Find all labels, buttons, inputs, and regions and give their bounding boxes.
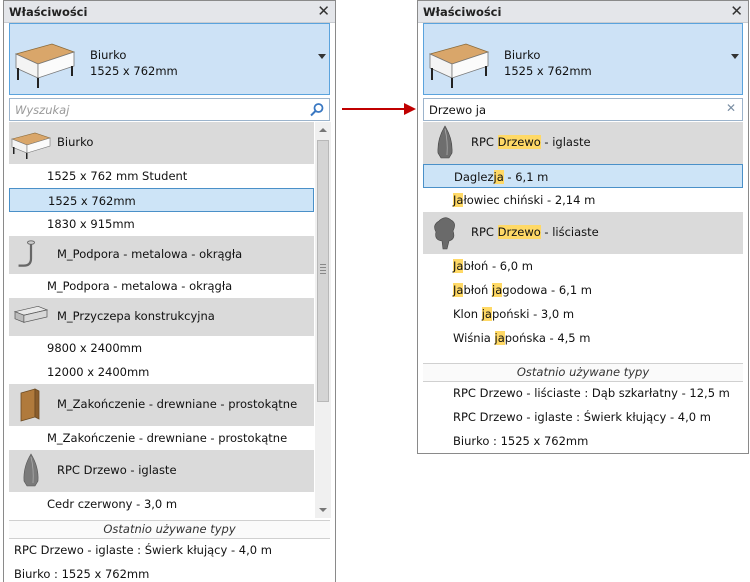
arrow-right-icon — [342, 103, 416, 115]
selected-type-name: Biurko — [504, 48, 541, 62]
recent-types-header: Ostatnio używane typy — [423, 363, 743, 382]
search-results-list: RPC Drzewo - iglaste Daglezja - 6,1 m Ja… — [423, 122, 743, 362]
recent-types-list: RPC Drzewo - iglaste : Świerk kłujący - … — [9, 538, 330, 582]
family-group-rpc-iglaste[interactable]: RPC Drzewo - iglaste — [423, 122, 743, 164]
scroll-up-icon[interactable] — [315, 122, 331, 138]
scrollbar-thumb[interactable] — [317, 140, 329, 402]
selected-type-size: 1525 x 762mm — [90, 64, 178, 78]
search-box[interactable] — [9, 98, 330, 121]
list-item[interactable]: 1830 x 915mm — [9, 212, 314, 236]
support-icon — [18, 240, 35, 267]
desk-icon — [11, 132, 51, 159]
selected-type-size: 1525 x 762mm — [504, 64, 592, 78]
item-label: RPC Drzewo - liściaste : Dąb szkarłatny … — [453, 386, 730, 400]
item-label: 9800 x 2400mm — [47, 341, 143, 355]
deciduous-tree-icon — [434, 217, 455, 250]
properties-panel-right: Właściwości ✕ Biurko 1525 x 762mm ✕ RPC … — [417, 0, 749, 454]
family-group-rpc-iglaste[interactable]: RPC Drzewo - iglaste — [9, 450, 314, 492]
list-item[interactable]: Klon japoński - 3,0 m — [423, 302, 743, 326]
family-group-przyczepa[interactable]: M_Przyczepa konstrukcyjna — [9, 298, 314, 336]
search-icon[interactable] — [309, 102, 325, 118]
recent-types-header: Ostatnio używane typy — [9, 520, 330, 539]
list-item[interactable]: 1525 x 762 mm Student — [9, 164, 314, 188]
selected-type-name: Biurko — [90, 48, 127, 62]
panel-titlebar: Właściwości ✕ — [4, 1, 335, 23]
item-label: Daglezja - 6,1 m — [454, 170, 549, 184]
recent-item[interactable]: RPC Drzewo - iglaste : Świerk kłujący - … — [9, 538, 330, 562]
item-label: Biurko : 1525 x 762mm — [453, 434, 589, 448]
family-label: M_Przyczepa konstrukcyjna — [57, 309, 215, 323]
item-label: Jałowiec chiński - 2,14 m — [453, 193, 596, 207]
search-box[interactable]: ✕ — [423, 98, 743, 121]
conifer-tree-icon — [437, 125, 453, 159]
grip-icon — [320, 264, 326, 274]
family-label: RPC Drzewo - iglaste — [471, 135, 591, 149]
list-item[interactable]: M_Zakończenie - drewniane - prostokątne — [9, 426, 314, 450]
scroll-down-icon[interactable] — [315, 502, 331, 518]
close-icon[interactable]: ✕ — [317, 2, 330, 20]
conifer-tree-icon — [23, 453, 39, 487]
clear-search-icon[interactable]: ✕ — [726, 101, 736, 115]
family-label: RPC Drzewo - liściaste — [471, 225, 599, 239]
chevron-down-icon[interactable] — [731, 54, 739, 59]
search-input[interactable] — [10, 99, 304, 120]
item-label: 12000 x 2400mm — [47, 365, 150, 379]
item-label: 1525 x 762mm — [48, 194, 136, 208]
type-selector[interactable]: Biurko 1525 x 762mm — [9, 23, 330, 95]
item-label: RPC Drzewo - iglaste : Świerk kłujący - … — [14, 543, 272, 557]
desk-icon — [428, 43, 490, 88]
list-item[interactable]: 12000 x 2400mm — [9, 360, 314, 384]
recent-item[interactable]: Biurko : 1525 x 762mm — [9, 562, 330, 582]
list-item[interactable]: 9800 x 2400mm — [9, 336, 314, 360]
properties-panel-left: Właściwości ✕ Biurko 1525 x 762mm Wyszuk… — [3, 0, 336, 582]
family-group-rpc-lisciaste[interactable]: RPC Drzewo - liściaste — [423, 212, 743, 254]
list-item[interactable]: M_Podpora - metalowa - okrągła — [9, 274, 314, 298]
panel-title: Właściwości — [423, 5, 502, 19]
family-label: Biurko — [57, 135, 94, 149]
list-item[interactable]: Cedr czerwony - 3,0 m — [9, 492, 314, 516]
search-input[interactable] — [424, 99, 717, 120]
item-label: Jabłoń - 6,0 m — [453, 259, 533, 273]
recent-item[interactable]: RPC Drzewo - iglaste : Świerk kłujący - … — [423, 405, 743, 429]
item-label: M_Zakończenie - drewniane - prostokątne — [47, 431, 288, 445]
list-item-selected[interactable]: Daglezja - 6,1 m — [423, 164, 743, 188]
family-label: M_Zakończenie - drewniane - prostokątne — [57, 397, 298, 411]
family-group-podpora[interactable]: M_Podpora - metalowa - okrągła — [9, 236, 314, 274]
chevron-down-icon[interactable] — [318, 54, 326, 59]
list-item-selected[interactable]: 1525 x 762mm — [9, 188, 314, 212]
recent-types-list: RPC Drzewo - liściaste : Dąb szkarłatny … — [423, 381, 743, 453]
family-group-zakonczenie[interactable]: M_Zakończenie - drewniane - prostokątne — [9, 384, 314, 426]
item-label: Cedr czerwony - 3,0 m — [47, 497, 178, 511]
type-selector[interactable]: Biurko 1525 x 762mm — [423, 23, 743, 95]
recent-item[interactable]: Biurko : 1525 x 762mm — [423, 429, 743, 453]
trailer-icon — [13, 305, 49, 323]
item-label: Wiśnia japońska - 4,5 m — [453, 331, 591, 345]
wood-end-icon — [20, 388, 40, 422]
family-group-biurko[interactable]: Biurko — [9, 122, 314, 164]
family-label: M_Podpora - metalowa - okrągła — [57, 247, 243, 261]
vertical-scrollbar[interactable] — [315, 122, 331, 518]
type-list: Biurko 1525 x 762 mm Student 1525 x 762m… — [9, 122, 314, 518]
desk-icon — [14, 43, 76, 88]
panel-titlebar: Właściwości ✕ — [418, 1, 748, 23]
list-item[interactable]: Jałowiec chiński - 2,14 m — [423, 188, 743, 212]
recent-item[interactable]: RPC Drzewo - liściaste : Dąb szkarłatny … — [423, 381, 743, 405]
item-label: 1525 x 762 mm Student — [47, 169, 188, 183]
item-label: RPC Drzewo - iglaste : Świerk kłujący - … — [453, 410, 711, 424]
item-label: Jabłoń jagodowa - 6,1 m — [453, 283, 592, 297]
panel-title: Właściwości — [9, 5, 88, 19]
list-item[interactable]: Jabłoń jagodowa - 6,1 m — [423, 278, 743, 302]
item-label: Klon japoński - 3,0 m — [453, 307, 575, 321]
item-label: Biurko : 1525 x 762mm — [14, 567, 150, 581]
list-item[interactable]: Wiśnia japońska - 4,5 m — [423, 326, 743, 350]
close-icon[interactable]: ✕ — [730, 2, 743, 20]
item-label: M_Podpora - metalowa - okrągła — [47, 279, 233, 293]
list-item[interactable]: Jabłoń - 6,0 m — [423, 254, 743, 278]
item-label: 1830 x 915mm — [47, 217, 135, 231]
family-label: RPC Drzewo - iglaste — [57, 463, 177, 477]
